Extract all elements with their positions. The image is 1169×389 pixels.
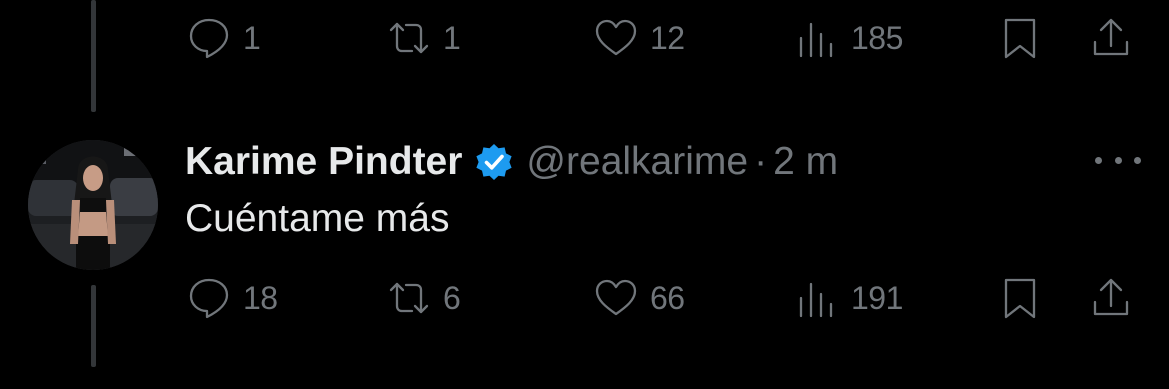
retweet-button[interactable]: 1	[385, 8, 461, 68]
user-handle[interactable]: @realkarime	[526, 140, 748, 184]
more-icon-dot	[1114, 156, 1122, 164]
reply-button[interactable]: 1	[185, 8, 261, 68]
like-count: 12	[650, 19, 685, 56]
verified-badge-icon[interactable]	[474, 142, 514, 182]
more-options-button[interactable]	[1095, 148, 1141, 172]
heart-icon	[595, 19, 637, 56]
retweet-icon	[389, 282, 429, 314]
tweet-action-bar: 18 6 66 191	[0, 268, 1169, 328]
retweet-count: 1	[443, 19, 461, 56]
tweet-text: Cuéntame más	[185, 197, 450, 240]
like-button[interactable]: 66	[592, 268, 685, 328]
timestamp[interactable]: 2 m	[773, 140, 838, 184]
bookmark-icon	[1004, 278, 1036, 319]
views-count: 191	[851, 279, 903, 316]
more-icon-dot	[1134, 156, 1141, 164]
views-button[interactable]: 191	[793, 268, 903, 328]
reply-button[interactable]: 18	[185, 268, 278, 328]
views-count: 185	[851, 19, 903, 56]
bookmark-button[interactable]	[996, 8, 1044, 68]
share-button[interactable]	[1087, 8, 1135, 68]
like-count: 66	[650, 279, 685, 316]
reply-icon	[189, 278, 229, 319]
retweet-icon	[389, 22, 429, 54]
previous-tweet-action-bar: 1 1 12 185	[0, 8, 1169, 68]
like-button[interactable]: 12	[592, 8, 685, 68]
reply-icon	[189, 18, 229, 59]
retweet-button[interactable]: 6	[385, 268, 461, 328]
views-icon	[799, 22, 833, 58]
avatar[interactable]	[28, 140, 158, 270]
avatar-photo	[28, 140, 158, 270]
tweet-header: Karime Pindter @realkarime · 2 m	[185, 136, 838, 188]
retweet-count: 6	[443, 279, 461, 316]
more-icon-dot	[1095, 156, 1102, 164]
separator-dot: ·	[754, 140, 768, 183]
bookmark-button[interactable]	[996, 268, 1044, 328]
display-name[interactable]: Karime Pindter	[185, 140, 462, 184]
share-button[interactable]	[1087, 268, 1135, 328]
bookmark-icon	[1004, 18, 1036, 59]
views-button[interactable]: 185	[793, 8, 903, 68]
share-icon	[1093, 18, 1129, 56]
heart-icon	[595, 279, 637, 316]
reply-count: 1	[243, 19, 261, 56]
views-icon	[799, 282, 833, 318]
share-icon	[1093, 278, 1129, 316]
reply-count: 18	[243, 279, 278, 316]
